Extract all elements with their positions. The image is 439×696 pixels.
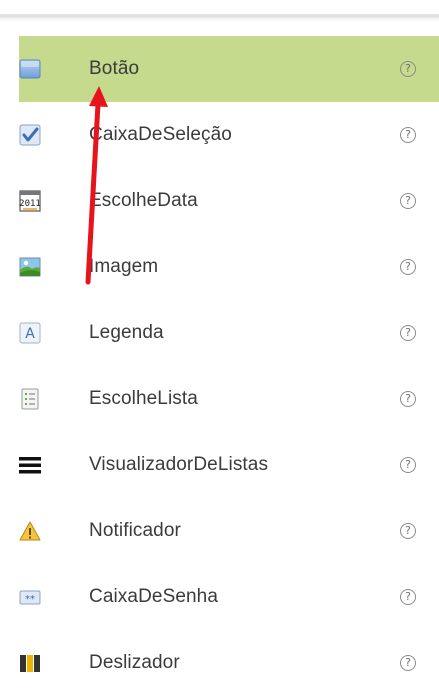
palette-item-image[interactable]: Imagem ?: [19, 234, 439, 300]
palette-item-checkbox[interactable]: CaixaDeSeleção ?: [19, 102, 439, 168]
list-picker-icon: [19, 388, 41, 410]
palette-item-label: Botão: [89, 58, 140, 79]
palette-item-label: EscolheLista: [89, 388, 198, 409]
component-palette: Botão ? CaixaDeSeleção ? 2011 EscolheDat…: [19, 36, 439, 696]
help-icon[interactable]: ?: [400, 259, 416, 275]
help-icon[interactable]: ?: [400, 457, 416, 473]
palette-item-list-picker[interactable]: EscolheLista ?: [19, 366, 439, 432]
palette-item-label: Deslizador: [89, 652, 180, 673]
password-icon: **: [19, 586, 41, 608]
help-icon[interactable]: ?: [400, 391, 416, 407]
help-icon[interactable]: ?: [400, 589, 416, 605]
svg-text:**: **: [25, 594, 35, 605]
help-icon[interactable]: ?: [400, 127, 416, 143]
palette-item-password-box[interactable]: ** CaixaDeSenha ?: [19, 564, 439, 630]
palette-item-button[interactable]: Botão ?: [19, 36, 439, 102]
warning-icon: [19, 520, 41, 542]
help-icon[interactable]: ?: [400, 523, 416, 539]
calendar-icon: 2011: [19, 190, 41, 212]
palette-item-label: CaixaDeSenha: [89, 586, 219, 607]
palette-item-slider[interactable]: Deslizador ?: [19, 630, 439, 696]
help-icon[interactable]: ?: [400, 61, 416, 77]
panel-top-border: [0, 0, 439, 22]
image-icon: [19, 256, 41, 278]
palette-item-label-component[interactable]: A Legenda ?: [19, 300, 439, 366]
help-icon[interactable]: ?: [400, 655, 416, 671]
palette-item-label: EscolheData: [89, 190, 198, 211]
palette-item-label: Imagem: [89, 256, 159, 277]
help-icon[interactable]: ?: [400, 325, 416, 341]
svg-text:A: A: [25, 326, 35, 342]
help-icon[interactable]: ?: [400, 193, 416, 209]
palette-item-label: VisualizadorDeListas: [89, 454, 269, 475]
palette-item-label: Legenda: [89, 322, 164, 343]
checkbox-icon: [19, 124, 41, 146]
palette-item-list-view[interactable]: VisualizadorDeListas ?: [19, 432, 439, 498]
palette-item-label: Notificador: [89, 520, 181, 541]
svg-text:2011: 2011: [19, 199, 41, 209]
slider-icon: [19, 652, 41, 674]
palette-item-date-picker[interactable]: 2011 EscolheData ?: [19, 168, 439, 234]
label-icon: A: [19, 322, 41, 344]
palette-item-label: CaixaDeSeleção: [89, 124, 232, 145]
palette-item-notifier[interactable]: Notificador ?: [19, 498, 439, 564]
list-view-icon: [19, 454, 41, 476]
button-icon: [19, 58, 41, 80]
